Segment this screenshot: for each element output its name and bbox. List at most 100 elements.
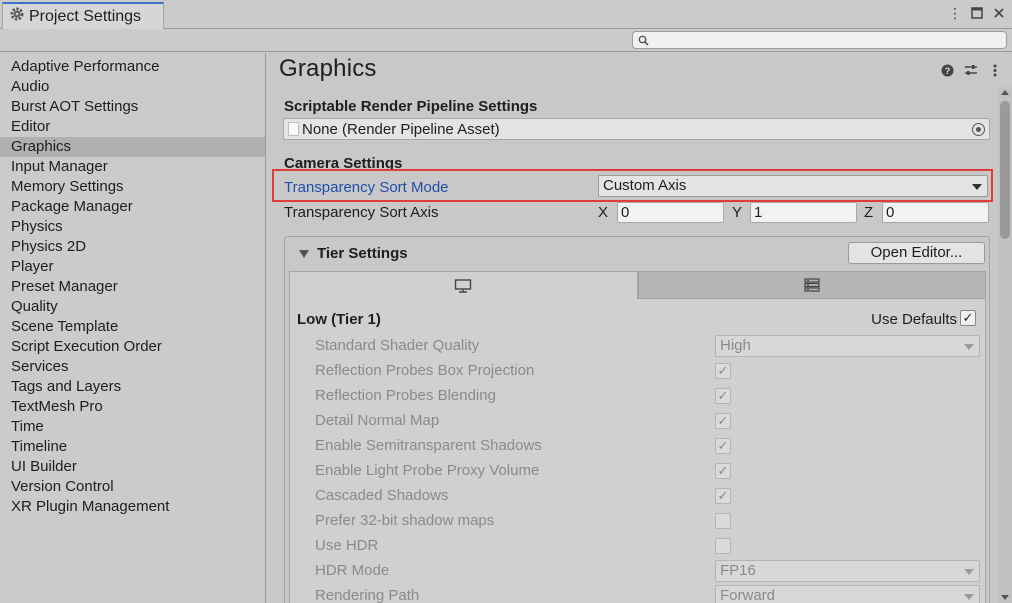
scroll-down-icon[interactable] <box>1001 595 1009 600</box>
tier-title: Low (Tier 1) <box>297 311 381 328</box>
asset-document-icon <box>288 122 299 136</box>
object-picker-icon[interactable] <box>972 123 985 136</box>
sidebar-item-physics-2d[interactable]: Physics 2D <box>0 237 265 257</box>
sidebar-item-script-execution-order[interactable]: Script Execution Order <box>0 337 265 357</box>
detail-normal-checkbox[interactable]: ✓ <box>715 413 731 429</box>
chevron-down-icon <box>964 594 974 600</box>
hdr-mode-dropdown[interactable]: FP16 <box>715 560 980 582</box>
sidebar-item-editor[interactable]: Editor <box>0 117 265 137</box>
sidebar-item-textmesh-pro[interactable]: TextMesh Pro <box>0 397 265 417</box>
sidebar-item-package-manager[interactable]: Package Manager <box>0 197 265 217</box>
lppv-label: Enable Light Probe Proxy Volume <box>315 462 540 479</box>
axis-y-label: Y <box>732 204 743 221</box>
tier-content: Low (Tier 1) Use Defaults ✓ Standard Sha… <box>289 299 986 603</box>
sidebar-item-version-control[interactable]: Version Control <box>0 477 265 497</box>
tier-settings-foldout[interactable]: Tier Settings <box>299 245 408 262</box>
svg-text:?: ? <box>944 66 950 76</box>
page-title: Graphics <box>279 55 377 82</box>
axis-z-input[interactable]: 0 <box>882 202 989 223</box>
lppv-checkbox[interactable]: ✓ <box>715 463 731 479</box>
axis-y-input[interactable]: 1 <box>750 202 857 223</box>
rendering-path-label: Rendering Path <box>315 587 420 603</box>
sidebar-item-graphics[interactable]: Graphics <box>0 137 265 157</box>
sidebar-item-adaptive-performance[interactable]: Adaptive Performance <box>0 57 265 77</box>
open-editor-button[interactable]: Open Editor... <box>848 242 985 264</box>
more-vert-icon[interactable]: ⋮ <box>948 5 962 21</box>
axis-x-input[interactable]: 0 <box>617 202 724 223</box>
cascaded-shadows-label: Cascaded Shadows <box>315 487 449 504</box>
semi-shadows-label: Enable Semitransparent Shadows <box>315 437 542 454</box>
srp-value: None (Render Pipeline Asset) <box>302 120 500 138</box>
use-hdr-label: Use HDR <box>315 537 379 554</box>
sidebar-item-physics[interactable]: Physics <box>0 217 265 237</box>
box-projection-checkbox[interactable]: ✓ <box>715 363 731 379</box>
foldout-arrow-icon <box>299 249 309 258</box>
monitor-icon <box>455 278 472 293</box>
blending-checkbox[interactable]: ✓ <box>715 388 731 404</box>
help-icon[interactable]: ? <box>940 63 954 77</box>
sidebar-item-input-manager[interactable]: Input Manager <box>0 157 265 177</box>
sidebar-item-tags-and-layers[interactable]: Tags and Layers <box>0 377 265 397</box>
maximize-icon[interactable] <box>970 5 984 21</box>
project-settings-tab[interactable]: Project Settings <box>2 2 164 29</box>
detail-normal-label: Detail Normal Map <box>315 412 440 429</box>
shader-quality-value: High <box>720 337 751 354</box>
shader-quality-label: Standard Shader Quality <box>315 337 480 354</box>
axis-z-label: Z <box>864 204 874 221</box>
tier-settings-panel: Tier Settings Open Editor... Low (Tier 1… <box>284 236 990 603</box>
sidebar-item-scene-template[interactable]: Scene Template <box>0 317 265 337</box>
sidebar-item-quality[interactable]: Quality <box>0 297 265 317</box>
rendering-path-value: Forward <box>720 587 776 603</box>
hdr-mode-label: HDR Mode <box>315 562 390 579</box>
chevron-down-icon <box>964 569 974 575</box>
shader-quality-dropdown[interactable]: High <box>715 335 980 357</box>
srp-section-title: Scriptable Render Pipeline Settings <box>284 98 538 115</box>
use-defaults-label: Use Defaults <box>871 311 957 328</box>
scrollbar-thumb[interactable] <box>1000 101 1010 239</box>
sidebar-item-player[interactable]: Player <box>0 257 265 277</box>
blending-label: Reflection Probes Blending <box>315 387 496 404</box>
shadow32-checkbox[interactable] <box>715 513 731 529</box>
sort-axis-label: Transparency Sort Axis <box>284 204 439 221</box>
search-input[interactable] <box>632 31 1007 49</box>
sidebar-item-memory-settings[interactable]: Memory Settings <box>0 177 265 197</box>
rendering-path-dropdown[interactable]: Forward <box>715 585 980 603</box>
presets-sliders-icon[interactable] <box>964 63 978 77</box>
server-icon <box>804 278 820 292</box>
sidebar-item-audio[interactable]: Audio <box>0 77 265 97</box>
tier-settings-title: Tier Settings <box>317 245 408 262</box>
window-tab-bar: Project Settings ⋮ <box>0 0 1012 29</box>
semi-shadows-checkbox[interactable]: ✓ <box>715 438 731 454</box>
chevron-down-icon <box>972 184 982 190</box>
tab-server[interactable] <box>637 271 986 299</box>
use-defaults-checkbox[interactable]: ✓ <box>960 310 976 326</box>
sidebar-item-preset-manager[interactable]: Preset Manager <box>0 277 265 297</box>
vertical-scrollbar[interactable] <box>998 87 1012 603</box>
settings-sidebar: Adaptive Performance Audio Burst AOT Set… <box>0 53 266 603</box>
hdr-mode-value: FP16 <box>720 562 756 579</box>
cascaded-shadows-checkbox[interactable]: ✓ <box>715 488 731 504</box>
shadow32-label: Prefer 32-bit shadow maps <box>315 512 495 529</box>
sidebar-item-xr-plugin-management[interactable]: XR Plugin Management <box>0 497 265 517</box>
axis-x-label: X <box>598 204 609 221</box>
sidebar-item-services[interactable]: Services <box>0 357 265 377</box>
render-pipeline-asset-field[interactable]: None (Render Pipeline Asset) <box>283 118 990 140</box>
search-toolbar <box>0 29 1012 52</box>
sidebar-item-burst-aot[interactable]: Burst AOT Settings <box>0 97 265 117</box>
scroll-up-icon[interactable] <box>1001 90 1009 95</box>
gear-icon <box>9 6 25 27</box>
sidebar-item-ui-builder[interactable]: UI Builder <box>0 457 265 477</box>
sort-mode-value: Custom Axis <box>603 177 687 194</box>
chevron-down-icon <box>964 344 974 350</box>
sidebar-item-time[interactable]: Time <box>0 417 265 437</box>
sidebar-item-timeline[interactable]: Timeline <box>0 437 265 457</box>
use-hdr-checkbox[interactable] <box>715 538 731 554</box>
settings-main-panel: Graphics ? Scriptable Render Pipeline Se… <box>267 53 1012 603</box>
tab-title: Project Settings <box>29 7 142 25</box>
tab-standalone[interactable] <box>289 271 638 299</box>
close-icon[interactable] <box>992 5 1006 21</box>
search-icon <box>638 35 649 46</box>
box-projection-label: Reflection Probes Box Projection <box>315 362 535 379</box>
sort-mode-dropdown[interactable]: Custom Axis <box>598 175 988 197</box>
more-vert-icon[interactable] <box>988 63 1002 77</box>
